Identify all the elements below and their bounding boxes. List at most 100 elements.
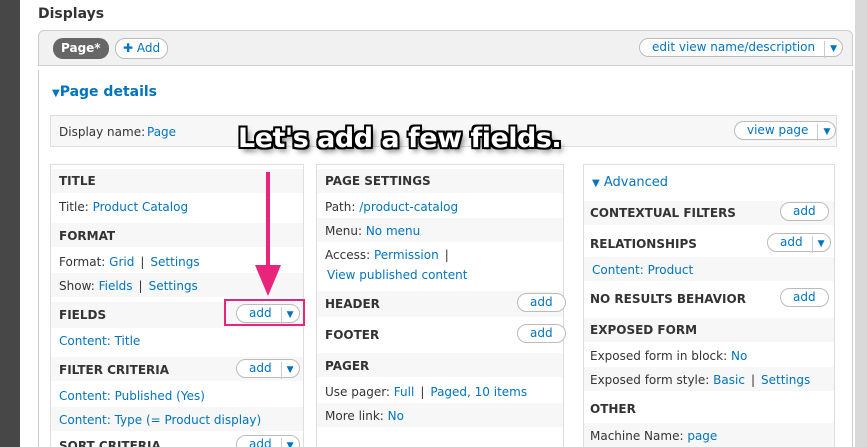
- display-name-label: Display name:: [59, 125, 146, 139]
- path-label: Path:: [325, 200, 356, 214]
- exposed-style-basic-link[interactable]: Basic: [713, 373, 745, 387]
- menu-label: Menu:: [325, 224, 362, 238]
- column-page-settings: PAGE SETTINGS Path: /product-catalog Men…: [316, 164, 566, 447]
- pager-heading: PAGER: [325, 359, 370, 373]
- pager-setting: Use pager: Full | Paged, 10 items: [325, 385, 528, 399]
- access-label: Access:: [325, 248, 371, 262]
- field-content-title-link[interactable]: Content: Title: [59, 334, 140, 348]
- fields-heading: FIELDS: [59, 308, 107, 322]
- other-heading: OTHER: [590, 402, 636, 416]
- format-heading: FORMAT: [59, 229, 116, 243]
- access-setting: Access: Permission |: [325, 248, 449, 262]
- sort-add-label: add: [249, 437, 272, 447]
- no-results-heading: NO RESULTS BEHAVIOR: [590, 292, 746, 306]
- add-display-label: Add: [136, 41, 161, 55]
- pager-paged-link[interactable]: Paged, 10 items: [430, 385, 527, 399]
- relationships-add-dropbutton[interactable]: add ▼: [767, 233, 831, 253]
- sort-criteria-heading: SORT CRITERIA: [59, 439, 161, 447]
- relationship-item: Content: Product: [592, 263, 693, 277]
- title-label: Title:: [59, 200, 89, 214]
- page-details-label: Page details: [59, 84, 158, 100]
- pager-full-link[interactable]: Full: [394, 385, 415, 399]
- triangle-down-icon: ▼: [52, 88, 60, 99]
- no-results-add-button[interactable]: add: [780, 288, 829, 307]
- show-settings-link[interactable]: Settings: [149, 279, 198, 293]
- contextual-add-label: add: [793, 204, 816, 218]
- exposed-style-setting: Exposed form style: Basic | Settings: [590, 373, 811, 387]
- footer-heading: FOOTER: [325, 328, 380, 342]
- displays-title: Displays: [38, 6, 105, 22]
- filter-type-link[interactable]: Content: Type (= Product display): [59, 413, 261, 427]
- exposed-block-setting: Exposed form in block: No: [590, 349, 747, 363]
- title-heading: TITLE: [59, 174, 96, 188]
- annotation-callout: Let's add a few fields.: [238, 123, 562, 154]
- add-display-button[interactable]: ✚ Add: [115, 38, 169, 59]
- footer-add-button[interactable]: add: [517, 324, 566, 343]
- triangle-down-icon: ▼: [592, 178, 600, 189]
- menu-setting: Menu: No menu: [325, 224, 420, 238]
- page-settings-heading: PAGE SETTINGS: [325, 174, 431, 188]
- more-link-label: More link:: [325, 409, 384, 423]
- filter-add-dropbutton[interactable]: add ▼: [236, 359, 300, 379]
- contextual-filters-heading: CONTEXTUAL FILTERS: [590, 206, 736, 220]
- display-name-value[interactable]: Page: [147, 125, 176, 139]
- chevron-down-icon[interactable]: ▼: [824, 41, 842, 58]
- exposed-block-label: Exposed form in block:: [590, 349, 728, 363]
- fields-item: Content: Title: [59, 334, 140, 348]
- relationships-add-label: add: [780, 235, 803, 249]
- displays-tabbar: Page* ✚ Add edit view name/description ▼: [38, 30, 853, 66]
- chevron-down-icon[interactable]: ▼: [811, 236, 830, 253]
- title-value-link[interactable]: Product Catalog: [93, 200, 188, 214]
- edit-view-name-label: edit view name/description: [652, 40, 816, 54]
- column-advanced: ▼ Advanced CONTEXTUAL FILTERS add RELATI…: [583, 164, 835, 447]
- relationship-content-product-link[interactable]: Content: Product: [592, 263, 693, 277]
- show-value-link[interactable]: Fields: [99, 279, 133, 293]
- filter-published-link[interactable]: Content: Published (Yes): [59, 389, 205, 403]
- view-page-dropbutton[interactable]: view page ▼: [734, 121, 837, 141]
- sort-add-dropbutton[interactable]: add ▼: [236, 435, 300, 447]
- advanced-label: Advanced: [603, 175, 669, 190]
- format-setting: Format: Grid | Settings: [59, 255, 200, 269]
- left-edge-bar: [0, 0, 20, 447]
- fields-add-highlight-box: [224, 299, 305, 326]
- contextual-add-button[interactable]: add: [780, 202, 829, 221]
- header-add-button[interactable]: add: [517, 293, 566, 312]
- header-heading: HEADER: [325, 297, 380, 311]
- no-results-add-label: add: [793, 290, 816, 304]
- exposed-block-value[interactable]: No: [731, 349, 747, 363]
- access-view-published-link[interactable]: View published content: [327, 268, 467, 282]
- title-setting: Title: Product Catalog: [59, 200, 188, 214]
- edit-view-name-dropbutton[interactable]: edit view name/description ▼: [639, 38, 844, 58]
- filter-item-published: Content: Published (Yes): [59, 389, 205, 403]
- machine-name-value[interactable]: page: [687, 429, 717, 443]
- filter-item-type: Content: Type (= Product display): [59, 413, 261, 427]
- more-link-value[interactable]: No: [388, 409, 404, 423]
- chevron-down-icon[interactable]: ▼: [280, 362, 299, 379]
- machine-name-label: Machine Name:: [590, 429, 684, 443]
- more-link-setting: More link: No: [325, 409, 404, 423]
- access-setting-2: View published content: [327, 268, 467, 282]
- advanced-toggle[interactable]: ▼ Advanced: [592, 175, 668, 190]
- filter-add-label: add: [249, 361, 272, 375]
- menu-value-link[interactable]: No menu: [366, 224, 420, 238]
- path-setting: Path: /product-catalog: [325, 200, 458, 214]
- format-settings-link[interactable]: Settings: [150, 255, 199, 269]
- path-value-link[interactable]: /product-catalog: [359, 200, 458, 214]
- format-value-link[interactable]: Grid: [109, 255, 134, 269]
- page-details-toggle[interactable]: ▼Page details: [52, 84, 157, 100]
- relationships-heading: RELATIONSHIPS: [590, 237, 697, 251]
- plus-icon: ✚: [123, 41, 134, 55]
- pager-label: Use pager:: [325, 385, 390, 399]
- show-setting: Show: Fields | Settings: [59, 279, 198, 293]
- chevron-down-icon[interactable]: ▼: [280, 438, 299, 447]
- footer-add-label: add: [530, 326, 553, 340]
- exposed-style-settings-link[interactable]: Settings: [761, 373, 810, 387]
- view-page-label: view page: [747, 123, 809, 137]
- chevron-down-icon[interactable]: ▼: [817, 124, 835, 141]
- access-permission-link[interactable]: Permission: [374, 248, 439, 262]
- right-scrollbar[interactable]: [855, 0, 867, 447]
- exposed-style-label: Exposed form style:: [590, 373, 710, 387]
- tab-page[interactable]: Page*: [53, 38, 109, 59]
- exposed-form-heading: EXPOSED FORM: [590, 323, 698, 337]
- machine-name-setting: Machine Name: page: [590, 429, 717, 443]
